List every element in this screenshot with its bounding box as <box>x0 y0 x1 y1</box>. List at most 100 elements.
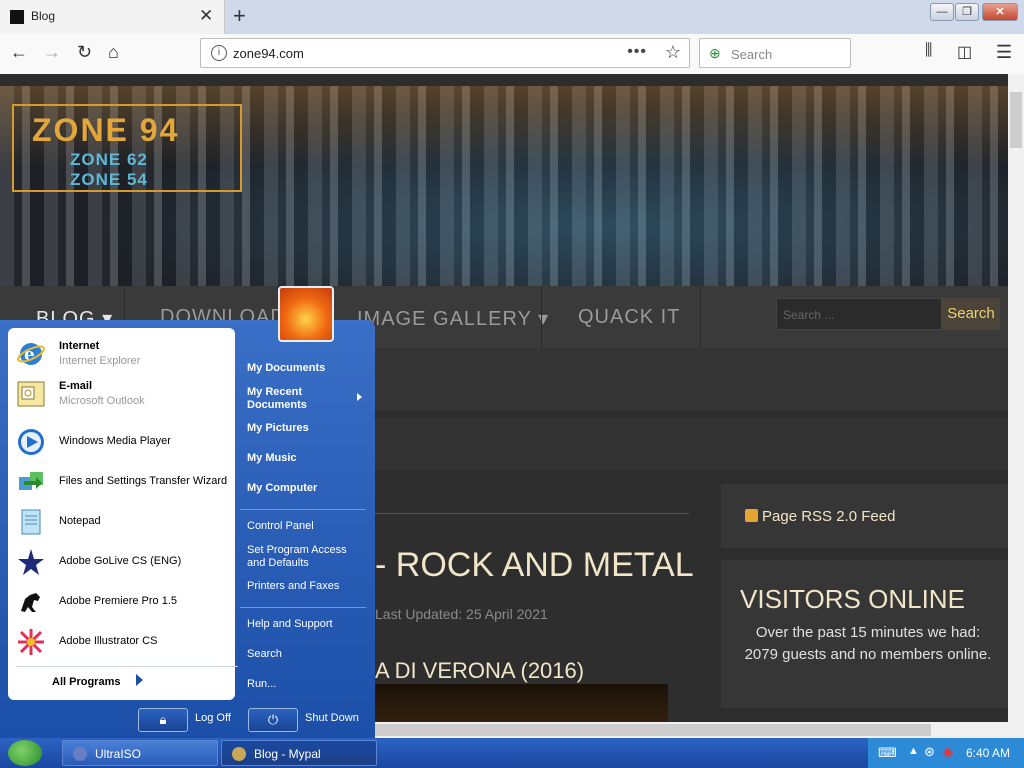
tab-close-icon[interactable]: ✕ <box>199 6 213 26</box>
pinned-email[interactable]: E-mail Microsoft Outlook <box>16 376 238 414</box>
place-my-documents[interactable]: My Documents <box>247 362 325 375</box>
place-search[interactable]: Search <box>247 648 282 661</box>
sidebar-icon[interactable]: ◫ <box>957 42 972 62</box>
outlook-icon <box>17 381 45 407</box>
place-my-music[interactable]: My Music <box>247 452 297 465</box>
ultraiso-icon <box>73 747 87 761</box>
start-menu-programs: e Internet Internet Explorer E-mail Micr… <box>8 328 238 700</box>
shut-down-label[interactable]: Shut Down <box>305 712 359 724</box>
vertical-scroll-thumb[interactable] <box>1010 92 1022 148</box>
browser-titlebar: Blog ✕ + — ❐ ✕ <box>0 0 1024 34</box>
pinned-name: Internet <box>59 340 100 352</box>
site-search-button[interactable]: Search <box>942 298 1000 330</box>
keyboard-icon[interactable]: ⌨ <box>878 745 897 761</box>
system-tray: ⌨ ▲ ⊛ ◉ 6:40 AM <box>868 738 1024 768</box>
rss-link[interactable]: Page RSS 2.0 Feed <box>762 508 895 525</box>
page-actions-icon[interactable]: ••• <box>627 43 647 61</box>
site-logo[interactable]: ZONE 94 ZONE 62 ZONE 54 <box>12 104 242 192</box>
submenu-arrow-icon <box>357 393 362 401</box>
bookmark-star-icon[interactable]: ☆ <box>665 42 681 63</box>
site-favicon-icon <box>10 10 24 24</box>
browser-tab[interactable]: Blog ✕ <box>0 0 225 34</box>
taskbar-item-ultraiso[interactable]: UltraISO <box>62 740 218 766</box>
program-item[interactable]: Files and Settings Transfer Wizard <box>16 464 238 502</box>
internet-explorer-icon: e <box>17 343 45 365</box>
pinned-internet[interactable]: e Internet Internet Explorer <box>16 336 238 374</box>
program-item[interactable]: Windows Media Player <box>16 424 238 462</box>
program-item[interactable]: Notepad <box>16 504 238 542</box>
network-icon[interactable]: ⊛ <box>924 744 935 760</box>
notepad-icon <box>21 509 41 535</box>
article-subtitle[interactable]: A DI VERONA (2016) <box>375 658 584 684</box>
library-icon[interactable]: ⫼ <box>925 42 932 60</box>
url-text[interactable]: zone94.com <box>233 46 304 61</box>
user-avatar[interactable] <box>278 286 334 342</box>
place-my-computer[interactable]: My Computer <box>247 482 317 495</box>
site-banner: ZONE 94 ZONE 62 ZONE 54 <box>0 86 1008 286</box>
search-engine-icon[interactable]: ⊕ <box>709 45 721 62</box>
pinned-sub: Microsoft Outlook <box>59 395 145 407</box>
logo-line-1: ZONE 94 <box>32 112 180 148</box>
horizontal-scroll-thumb[interactable] <box>375 724 931 736</box>
forward-icon[interactable]: → <box>43 42 61 63</box>
pinned-name: E-mail <box>59 380 93 392</box>
place-help-support[interactable]: Help and Support <box>247 618 333 631</box>
logo-line-2: ZONE 62 <box>70 150 148 169</box>
article: - ROCK AND METAL Last Updated: 25 April … <box>375 484 709 722</box>
place-my-pictures[interactable]: My Pictures <box>247 422 309 435</box>
security-icon[interactable]: ◉ <box>942 744 953 760</box>
horizontal-scrollbar[interactable] <box>375 722 1024 738</box>
clock[interactable]: 6:40 AM <box>966 746 1010 760</box>
program-name: Adobe Premiere Pro 1.5 <box>59 595 178 607</box>
log-off-label[interactable]: Log Off <box>195 712 231 724</box>
power-icon: ⏻ <box>267 712 279 727</box>
program-item[interactable]: Adobe Illustrator CS <box>16 624 238 662</box>
hamburger-menu-icon[interactable]: ☰ <box>996 42 1012 63</box>
reload-icon[interactable]: ↻ <box>77 42 92 63</box>
visitors-text: Over the past 15 minutes we had: 2079 gu… <box>744 624 992 663</box>
illustrator-icon <box>18 629 44 655</box>
minimize-button[interactable]: — <box>930 3 954 21</box>
lock-icon: 🔒︎ <box>159 712 167 727</box>
new-tab-button[interactable]: + <box>233 3 246 29</box>
browser-search-placeholder: Search <box>731 47 773 62</box>
task-label: Blog - Mypal <box>254 747 321 761</box>
home-icon[interactable]: ⌂ <box>108 42 119 63</box>
close-window-button[interactable]: ✕ <box>982 3 1018 21</box>
menu-item-image-gallery[interactable]: IMAGE GALLERY ▾ <box>357 306 549 331</box>
article-title[interactable]: - ROCK AND METAL <box>375 546 694 585</box>
rss-icon <box>745 509 758 522</box>
article-updated: Last Updated: 25 April 2021 <box>375 606 548 622</box>
transfer-wizard-icon <box>19 472 43 490</box>
shut-down-button[interactable]: ⏻ <box>248 708 298 732</box>
program-item[interactable]: Adobe GoLive CS (ENG) <box>16 544 238 582</box>
program-name: Adobe Illustrator CS <box>59 635 158 647</box>
vertical-scrollbar[interactable] <box>1008 74 1024 722</box>
all-programs-arrow-icon <box>136 674 143 686</box>
visitors-module: VISITORS ONLINE Over the past 15 minutes… <box>721 560 1008 708</box>
site-info-icon[interactable]: i <box>211 45 227 61</box>
all-programs-button[interactable]: All Programs <box>52 676 120 688</box>
task-label: UltraISO <box>95 747 142 761</box>
place-printers-faxes[interactable]: Printers and Faxes <box>247 580 339 593</box>
start-button[interactable] <box>8 740 42 766</box>
browser-search-input[interactable]: ⊕ Search <box>699 38 851 68</box>
place-control-panel[interactable]: Control Panel <box>247 520 314 533</box>
browser-navbar: ← → ↻ ⌂ i zone94.com ••• ☆ ⊕ Search ⫼ ◫ … <box>0 34 1024 75</box>
place-set-program-access[interactable]: Set Program Access and Defaults <box>247 544 362 570</box>
tray-expand-icon[interactable]: ▲ <box>908 745 919 757</box>
taskbar: UltraISO Blog - Mypal ⌨ ▲ ⊛ ◉ 6:40 AM <box>0 738 1024 768</box>
url-bar[interactable]: i zone94.com ••• ☆ <box>200 38 690 68</box>
place-run[interactable]: Run... <box>247 678 276 691</box>
log-off-button[interactable]: 🔒︎ <box>138 708 188 732</box>
rss-module: Page RSS 2.0 Feed <box>721 484 1008 548</box>
maximize-button[interactable]: ❐ <box>955 3 979 21</box>
site-search-input[interactable]: Search ... <box>776 298 942 330</box>
back-icon[interactable]: ← <box>10 42 28 63</box>
tab-title: Blog <box>31 9 56 23</box>
taskbar-item-blog-mypal[interactable]: Blog - Mypal <box>221 740 377 766</box>
place-my-recent-documents[interactable]: My Recent Documents <box>247 386 347 412</box>
program-item[interactable]: Adobe Premiere Pro 1.5 <box>16 584 238 622</box>
menu-item-quack-it[interactable]: QUACK IT <box>578 306 680 329</box>
program-name: Files and Settings Transfer Wizard <box>59 475 228 487</box>
